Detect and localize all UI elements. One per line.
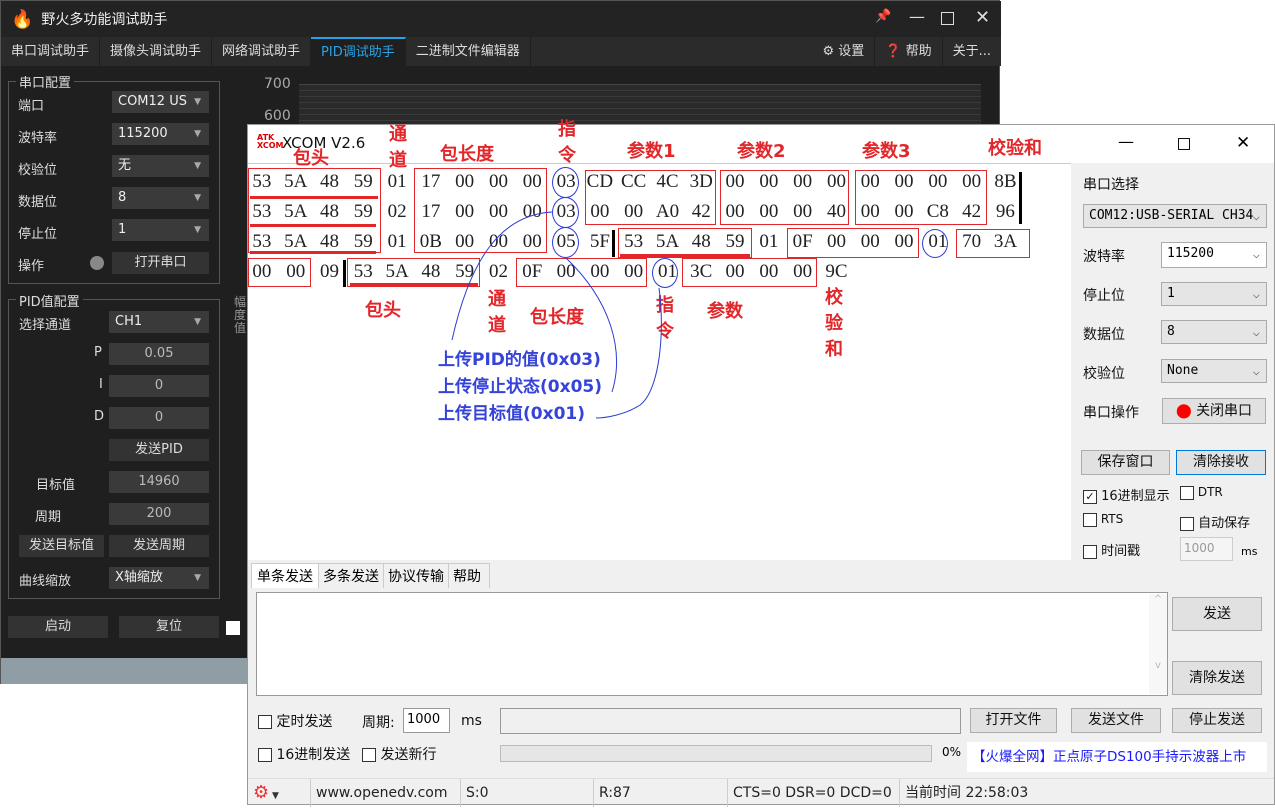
save-window-button[interactable]: 保存窗口 <box>1081 450 1170 475</box>
current-time: 当前时间 22:58:03 <box>905 785 1029 801</box>
close-port-button[interactable]: ⬤ 关闭串口 <box>1162 398 1266 424</box>
port-select[interactable]: COM12:USB-SERIAL CH34 ⌵ <box>1083 204 1267 228</box>
clear-send-button[interactable]: 清除发送 <box>1172 661 1262 695</box>
ad-link[interactable]: 【火爆全网】正点原子DS100手持示波器上市 <box>967 742 1267 772</box>
data-bits-label: 数据位 <box>1083 327 1125 343</box>
send-input[interactable] <box>256 592 1168 696</box>
file-path-input[interactable] <box>500 708 961 734</box>
auto-save-checkbox[interactable]: 自动保存 <box>1180 512 1250 531</box>
curve-stop <box>565 257 618 393</box>
stop-bits-select[interactable]: 1 ⌵ <box>1161 282 1267 306</box>
progress-percent: 0% <box>942 745 962 759</box>
hex-send-checkbox[interactable]: 16进制发送 <box>258 744 350 764</box>
data-bits-select[interactable]: 8 ⌵ <box>1161 320 1267 344</box>
sent-count: S:0 <box>461 779 594 807</box>
hex-display-checkbox[interactable]: ✓ 16进制显示 <box>1083 485 1170 504</box>
status-bar: ⚙ ▼ www.openedv.com S:0 R:87 CTS=0 DSR=0… <box>248 778 1274 807</box>
period-ms-label: ms <box>461 713 482 729</box>
send-newline-checkbox[interactable]: 发送新行 <box>362 744 436 764</box>
tab-multi-send[interactable]: 多条发送 <box>319 563 384 588</box>
port-select-label: 串口选择 <box>1083 177 1139 193</box>
dtr-checkbox[interactable]: DTR <box>1180 485 1223 500</box>
period-label: 周期: <box>362 715 395 731</box>
timestamp-checkbox[interactable]: 时间戳 <box>1083 540 1140 559</box>
settings-gear-icon[interactable]: ⚙ ▼ <box>248 779 311 807</box>
rts-checkbox[interactable]: RTS <box>1083 512 1123 527</box>
timed-send-checkbox[interactable]: 定时发送 <box>258 711 332 731</box>
baud-label: 波特率 <box>1083 249 1125 265</box>
line-status: CTS=0 DSR=0 DCD=0 <box>728 779 900 807</box>
parity-label: 校验位 <box>1083 366 1125 382</box>
send-progress-bar <box>500 745 932 762</box>
ms-label: ms <box>1241 545 1258 558</box>
received-count: R:87 <box>594 779 728 807</box>
tab-help[interactable]: 帮助 <box>449 563 490 588</box>
send-tabs: 单条发送 多条发送 协议传输 帮助 <box>251 563 490 588</box>
period-input[interactable]: 1000 <box>403 708 450 733</box>
tab-protocol[interactable]: 协议传输 <box>384 563 449 588</box>
parity-select[interactable]: None ⌵ <box>1161 359 1267 383</box>
clear-receive-button[interactable]: 清除接收 <box>1176 450 1266 475</box>
send-file-button[interactable]: 发送文件 <box>1071 708 1161 733</box>
website-link[interactable]: www.openedv.com <box>311 779 461 807</box>
baud-select[interactable]: 115200 ⌵ <box>1161 242 1267 268</box>
port-op-label: 串口操作 <box>1083 405 1139 421</box>
send-scrollbar[interactable]: ^ v <box>1149 594 1167 694</box>
curve-target <box>595 287 662 419</box>
send-button[interactable]: 发送 <box>1172 597 1262 631</box>
tab-single-send[interactable]: 单条发送 <box>251 563 319 588</box>
curve-pid <box>451 211 553 341</box>
stop-send-button[interactable]: 停止发送 <box>1172 708 1262 733</box>
timestamp-input[interactable]: 1000 <box>1180 537 1233 561</box>
red-led-icon: ⬤ <box>1175 403 1197 419</box>
stop-bits-label: 停止位 <box>1083 288 1125 304</box>
open-file-button[interactable]: 打开文件 <box>970 708 1057 733</box>
